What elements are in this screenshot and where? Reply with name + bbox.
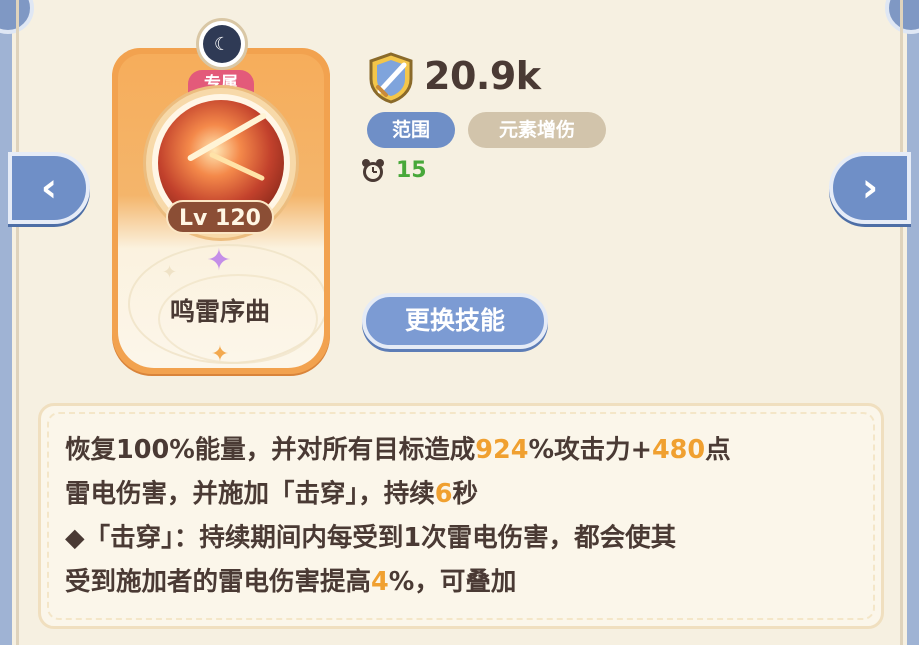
power-value: 20.9k: [424, 54, 541, 98]
next-skill-button[interactable]: ›: [829, 152, 911, 224]
element-badge: ☾: [196, 18, 248, 70]
description-text: 点: [705, 435, 731, 465]
description-line: 受到施加者的雷电伤害提高4%，可叠加: [65, 560, 857, 604]
description-text: 秒: [452, 479, 479, 509]
card-bottom-star-icon: ✦: [210, 342, 230, 367]
highlight-value: 924: [475, 435, 529, 465]
tag-range: 范围: [367, 112, 455, 148]
skill-description: 恢复100%能量，并对所有目标造成924%攻击力+480点 雷电伤害，并施加「击…: [38, 403, 884, 629]
highlight-value: 4: [371, 567, 389, 597]
chevron-right-icon: ›: [861, 165, 879, 211]
description-line: ◆「击穿」：持续期间内每受到1次雷电伤害，都会使其: [65, 516, 857, 560]
highlight-value: 480: [651, 435, 706, 465]
description-text: 恢复100%能量，并对所有目标造成: [65, 435, 476, 465]
sparkle-icon: ✦: [162, 262, 178, 283]
description-text: %，可叠加: [388, 567, 517, 597]
description-line: 恢复100%能量，并对所有目标造成924%攻击力+480点: [65, 428, 857, 472]
highlight-value: 6: [434, 479, 453, 509]
cooldown-value: 15: [396, 158, 427, 183]
shield-sword-icon: [366, 51, 416, 105]
change-skill-button[interactable]: 更换技能: [362, 293, 548, 349]
description-line: 雷电伤害，并施加「击穿」，持续6秒: [65, 472, 857, 516]
description-text: 受到施加者的雷电伤害提高: [65, 567, 372, 597]
skill-level: Lv 120: [166, 200, 274, 234]
tag-element-damage: 元素增伤: [468, 112, 606, 148]
alarm-clock-icon: [360, 158, 386, 184]
description-text: ◆「击穿」：持续期间内每受到1次雷电伤害，都会使其: [65, 523, 677, 553]
prev-skill-button[interactable]: ‹: [8, 152, 90, 224]
chevron-left-icon: ‹: [40, 165, 58, 211]
skill-name: 鸣雷序曲: [169, 297, 270, 326]
description-text: %攻击力+: [528, 435, 652, 465]
description-text: 雷电伤害，并施加「击穿」，持续: [65, 479, 435, 509]
four-point-star-icon: ✦: [206, 243, 232, 278]
moon-icon: ☾: [203, 25, 241, 63]
